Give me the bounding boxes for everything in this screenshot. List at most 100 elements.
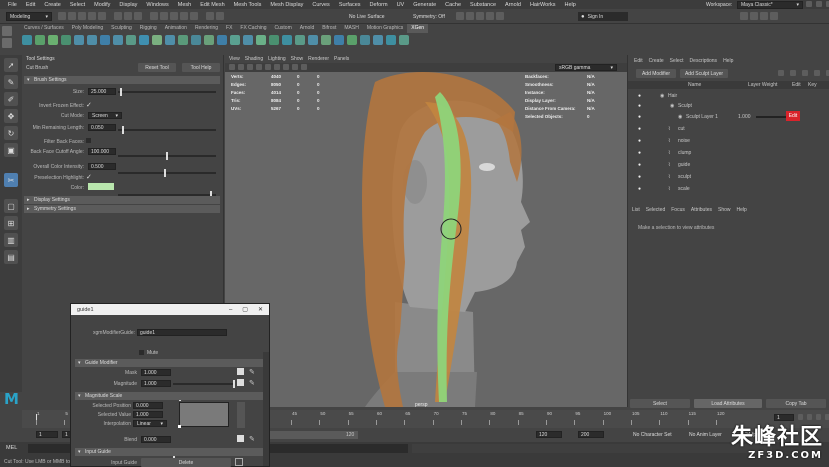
select-object-icon[interactable] [124, 12, 132, 20]
magnitude-expression-icon[interactable]: ✎ [249, 379, 255, 387]
signin-button[interactable]: ● Sign In [578, 12, 628, 21]
menu-select[interactable]: Select [70, 2, 85, 8]
vp-menu-panels[interactable]: Panels [334, 56, 349, 62]
magnitude-field[interactable]: 1.000 [141, 380, 171, 387]
menu-file[interactable]: File [8, 2, 17, 8]
snap-view-icon[interactable] [180, 12, 188, 20]
mute-checkbox[interactable] [139, 350, 144, 355]
guide-cut-icon[interactable] [100, 35, 110, 45]
guide-twist-icon[interactable] [204, 35, 214, 45]
menu-modify[interactable]: Modify [94, 2, 110, 8]
menu-deform[interactable]: Deform [370, 2, 388, 8]
back-cutoff-slider[interactable] [118, 152, 216, 160]
add-sculpt-layer-button[interactable]: Add Sculpt Layer [680, 69, 728, 78]
blend-expression-icon[interactable]: ✎ [249, 435, 255, 443]
visibility-dot-icon[interactable]: ● [638, 114, 641, 120]
symmetry-settings-header[interactable]: ▸ Symmetry Settings [24, 205, 220, 213]
menu-mesh-display[interactable]: Mesh Display [270, 2, 303, 8]
menu-windows[interactable]: Windows [146, 2, 168, 8]
guide-select-icon[interactable] [282, 35, 292, 45]
add-modifier-button[interactable]: Add Modifier [636, 69, 676, 78]
attr-menu-show[interactable]: Show [718, 207, 731, 213]
menu-generate[interactable]: Generate [413, 2, 436, 8]
menu-mesh-tools[interactable]: Mesh Tools [234, 2, 262, 8]
menu-curves[interactable]: Curves [312, 2, 329, 8]
snap-grid-icon[interactable] [150, 12, 158, 20]
shelf-tab-animation[interactable]: Animation [161, 24, 191, 33]
shelf-tab-sculpting[interactable]: Sculpting [107, 24, 136, 33]
tree-row[interactable]: ● ◉ Sculpt Layer 1 1.000 Edit [628, 111, 829, 123]
menu-display[interactable]: Display [119, 2, 137, 8]
guide-attach-icon[interactable] [360, 35, 370, 45]
mask-expression-icon[interactable]: ✎ [249, 368, 255, 376]
select-button[interactable]: Select [630, 399, 690, 408]
vp-menu-lighting[interactable]: Lighting [268, 56, 286, 62]
ramp-point[interactable] [178, 425, 181, 428]
magnitude-map-icon[interactable] [237, 379, 244, 386]
live-surface-field[interactable]: No Live Surface [346, 12, 398, 21]
smooth-shade-icon[interactable] [256, 64, 262, 70]
menu-create[interactable]: Create [44, 2, 61, 8]
shelf-tab-fx-caching[interactable]: FX Caching [236, 24, 270, 33]
channel-box-icon[interactable] [770, 12, 778, 20]
guide-comb-icon[interactable] [74, 35, 84, 45]
ramp-expand-button[interactable] [237, 402, 245, 428]
minimize-icon[interactable] [806, 1, 812, 7]
back-cutoff-field[interactable]: 100.000 [88, 148, 116, 155]
scale-tool-icon[interactable]: ▣ [4, 143, 18, 157]
guide-clump-icon[interactable] [165, 35, 175, 45]
menu-arnold[interactable]: Arnold [505, 2, 521, 8]
four-layout-icon[interactable]: ⊞ [4, 216, 18, 230]
xgen-menu-select[interactable]: Select [670, 58, 684, 64]
shelf-tab-rendering[interactable]: Rendering [191, 24, 222, 33]
vp-menu-shading[interactable]: Shading [245, 56, 263, 62]
range-end-field[interactable]: 120 [536, 431, 562, 438]
colorspace-dropdown[interactable]: sRGB gamma ▾ [555, 64, 617, 71]
menu-substance[interactable]: Substance [470, 2, 496, 8]
reset-tool-button[interactable]: Reset Tool [138, 63, 176, 72]
character-set-dropdown[interactable]: No Character Set [630, 431, 682, 439]
end-frame-field[interactable]: 200 [578, 431, 604, 438]
close-icon[interactable]: ✕ [258, 306, 263, 313]
mode-dropdown[interactable]: Modeling ▾ [6, 12, 52, 21]
blend-map-icon[interactable] [237, 435, 244, 442]
shelf-tab-motion-graphics[interactable]: Motion Graphics [363, 24, 407, 33]
guide-linewidth-icon[interactable] [334, 35, 344, 45]
attr-menu-list[interactable]: List [632, 207, 640, 213]
shadows-icon[interactable] [283, 64, 289, 70]
dialog-titlebar[interactable]: guide1 – ▢ ✕ [71, 304, 269, 315]
menu-mesh[interactable]: Mesh [178, 2, 191, 8]
xgen-menu-help[interactable]: Help [723, 58, 733, 64]
maximize-icon[interactable] [816, 1, 822, 7]
vp-menu-show[interactable]: Show [291, 56, 304, 62]
tool-settings-icon[interactable] [760, 12, 768, 20]
modifier-guide-field[interactable]: guide1 [137, 329, 227, 336]
vp-menu-renderer[interactable]: Renderer [308, 56, 329, 62]
side-layout-icon[interactable]: ▥ [4, 233, 18, 247]
viewport-panel[interactable]: View Shading Lighting Show Renderer Pane… [225, 55, 627, 407]
attr-menu-focus[interactable]: Focus [671, 207, 685, 213]
isolate-icon[interactable] [301, 64, 307, 70]
size-slider[interactable] [118, 88, 216, 96]
cut-brush-icon[interactable]: ✂ [4, 173, 18, 187]
visibility-dot-icon[interactable]: ● [638, 103, 641, 109]
tree-row[interactable]: ● ◉ Sculpt [628, 101, 829, 111]
tree-row[interactable]: ● ⌇ cut [628, 123, 829, 135]
guide-relax-icon[interactable] [243, 35, 253, 45]
xray-icon[interactable] [292, 64, 298, 70]
interpolation-dropdown[interactable]: Linear ▾ [133, 420, 167, 427]
interactive-groom-icon[interactable] [386, 35, 396, 45]
render-settings-icon[interactable] [476, 12, 484, 20]
guide-modifier-header[interactable]: ▾ Guide Modifier [75, 359, 263, 367]
open-scene-icon[interactable] [68, 12, 76, 20]
single-layout-icon[interactable]: ▢ [4, 199, 18, 213]
selected-value-field[interactable]: 1.000 [133, 411, 163, 418]
guide-density-icon[interactable] [269, 35, 279, 45]
ramp-graph[interactable] [179, 402, 229, 427]
input-guide-header[interactable]: ▾ Input Guide [75, 448, 263, 456]
tree-row[interactable]: ● ⌇ sculpt [628, 171, 829, 183]
add-guides-icon[interactable] [48, 35, 58, 45]
vp-menu-view[interactable]: View [229, 56, 240, 62]
lights-icon[interactable] [274, 64, 280, 70]
guide-coil-icon[interactable] [321, 35, 331, 45]
